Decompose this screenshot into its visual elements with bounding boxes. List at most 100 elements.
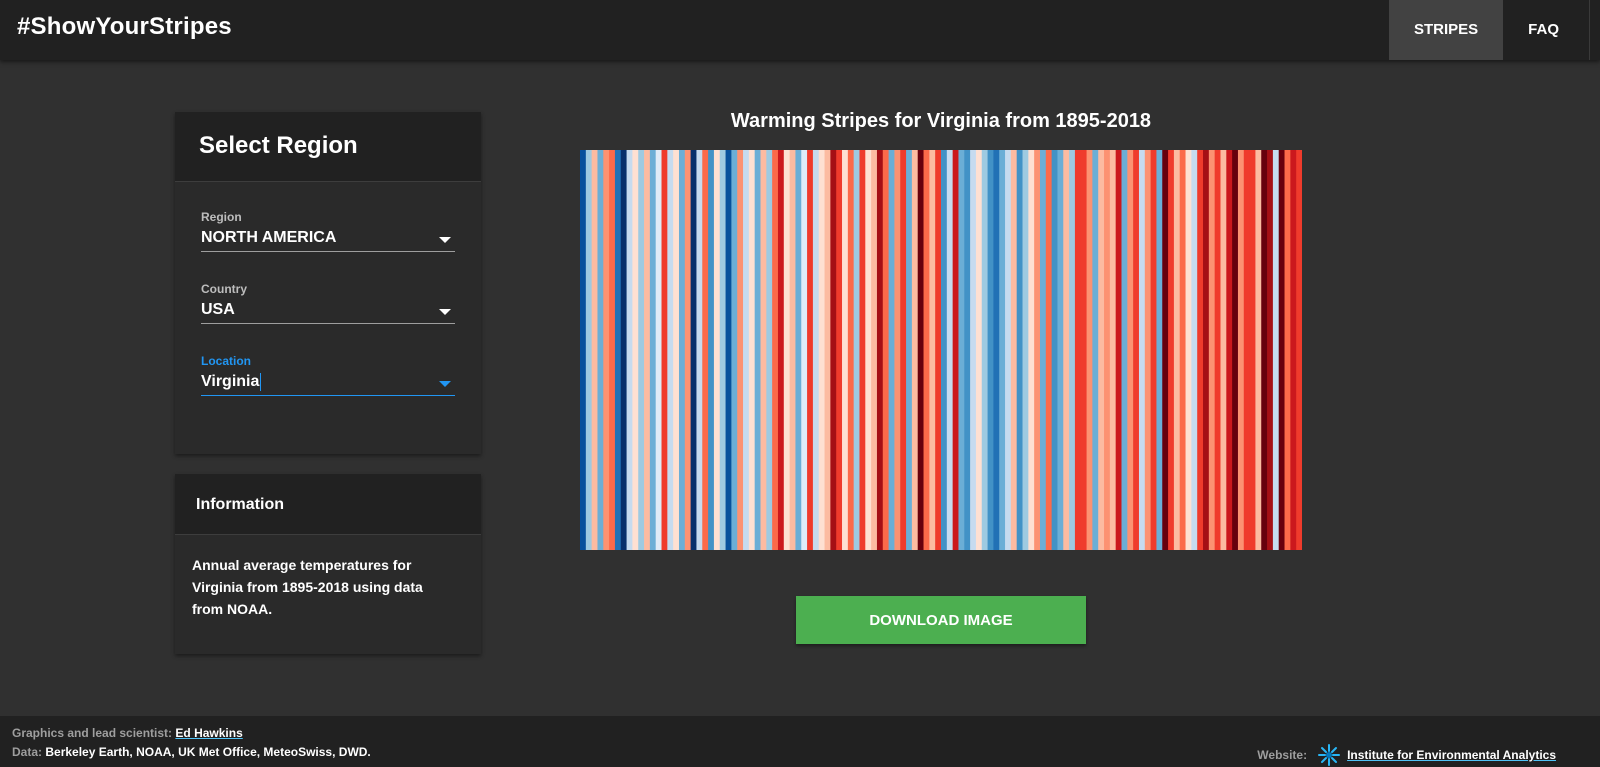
stripe-1920 [725,150,732,550]
stripe-1952 [911,150,919,550]
stripe-1945 [871,150,878,550]
information-header: Information [175,474,481,535]
stripe-1955 [929,150,936,550]
information-title: Information [196,496,284,513]
nav-divider [1589,0,1590,60]
stripe-1942 [853,150,861,550]
stripe-1978 [1063,150,1070,550]
stripe-1953 [917,150,925,550]
location-input[interactable]: Virginia [201,373,455,395]
location-autocomplete[interactable]: Location Virginia [201,354,455,396]
stripe-1914 [690,150,698,550]
stripe-1987 [1115,150,1123,550]
select-region-card: Select Region Region NORTH AMERICA Count… [175,112,481,454]
caret-down-icon[interactable] [439,237,451,243]
stripe-1927 [766,150,773,550]
data-label: Data: [12,745,43,759]
country-select[interactable]: Country USA [201,282,455,324]
brand-title[interactable]: #ShowYourStripes [17,13,232,41]
stripe-1998 [1179,150,1187,550]
stripe-1986 [1109,150,1117,550]
text-cursor [260,373,262,391]
stripe-2018 [1296,150,1302,550]
stripe-2007 [1232,150,1239,550]
stripe-1972 [1028,150,1035,550]
stripe-1947 [882,150,890,550]
stripe-1949 [894,150,901,550]
stripe-1895 [580,150,587,550]
credits-line: Graphics and lead scientist: Ed Hawkins [12,726,243,740]
footer: Graphics and lead scientist: Ed Hawkins … [0,716,1600,767]
stripe-1907 [649,150,657,550]
ed-hawkins-link[interactable]: Ed Hawkins [175,726,242,740]
stripe-1973 [1034,150,1041,550]
stripe-1900 [609,150,616,550]
main-nav: STRIPES FAQ [1388,0,1590,60]
stripe-1963 [975,150,983,550]
iea-website-link[interactable]: Institute for Environmental Analytics [1347,748,1556,762]
stripe-1956 [935,150,942,550]
stripe-1990 [1133,150,1140,550]
stripe-1995 [1162,150,1169,550]
caret-down-icon[interactable] [439,381,451,387]
stripe-1996 [1168,150,1175,550]
region-value-row[interactable]: NORTH AMERICA [201,229,455,251]
stripe-1931 [789,150,797,550]
stripe-1896 [585,150,593,550]
nav-faq[interactable]: FAQ [1503,0,1584,60]
stripe-1951 [906,150,913,550]
country-label: Country [201,282,247,296]
stripe-1970 [1016,150,1024,550]
stripe-1939 [836,150,843,550]
stripe-1974 [1039,150,1047,550]
location-underline [201,395,455,396]
stripe-1940 [842,150,849,550]
stripe-1929 [777,150,785,550]
nav-stripes[interactable]: STRIPES [1388,0,1504,60]
stripe-2014 [1272,150,1280,550]
download-image-button[interactable]: DOWNLOAD IMAGE [796,596,1086,644]
stripe-1924 [748,150,756,550]
stripe-1897 [591,150,599,550]
stripe-1935 [812,150,820,550]
stripe-1930 [783,150,791,550]
stripe-2003 [1208,150,1216,550]
region-underline [201,251,455,252]
stripe-2017 [1290,150,1297,550]
stripe-1917 [708,150,715,550]
stripe-2004 [1214,150,1222,550]
stripe-1959 [952,150,960,550]
stripe-1926 [760,150,767,550]
stripe-2015 [1278,150,1286,550]
stripe-1909 [661,150,668,550]
iea-logo-icon[interactable] [1317,743,1341,767]
stripe-1976 [1051,150,1059,550]
stripe-1968 [1005,150,1012,550]
chart-title: Warming Stripes for Virginia from 1895-2… [730,110,1152,132]
stripe-1946 [876,150,884,550]
stripe-1994 [1156,150,1163,550]
stripe-1908 [655,150,663,550]
stripe-2011 [1255,150,1262,550]
country-value-row[interactable]: USA [201,301,455,323]
stripe-2013 [1267,150,1274,550]
stripe-1906 [644,150,651,550]
stripe-2008 [1237,150,1245,550]
stripe-1938 [830,150,837,550]
stripe-2002 [1203,150,1210,550]
stripe-1969 [1010,150,1018,550]
stripe-2006 [1226,150,1233,550]
region-select[interactable]: Region NORTH AMERICA [201,210,455,252]
select-region-title: Select Region [199,132,358,159]
stripe-1989 [1127,150,1134,550]
stripe-1992 [1144,150,1152,550]
stripe-1901 [614,150,622,550]
caret-down-icon[interactable] [439,309,451,315]
information-text: Annual average temperatures for Virginia… [192,557,423,617]
stripe-1912 [678,150,686,550]
stripe-1905 [638,150,645,550]
stripe-1980 [1074,150,1082,550]
stripe-1960 [958,150,965,550]
stripe-1904 [632,150,639,550]
stripe-1991 [1138,150,1146,550]
